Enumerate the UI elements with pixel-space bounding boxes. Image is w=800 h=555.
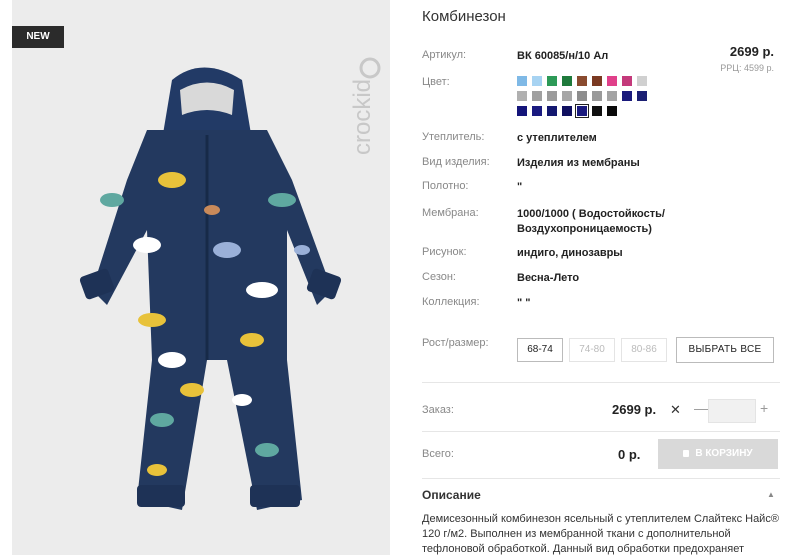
- season-value: Весна-Лето: [517, 272, 580, 284]
- product-type-value: Изделия из мембраны: [517, 157, 640, 169]
- article-value: ВК 60085/н/10 Ал: [517, 50, 609, 62]
- collapse-caret-icon[interactable]: ▲: [767, 490, 775, 499]
- add-to-cart-label: В КОРЗИНУ: [695, 448, 753, 459]
- color-swatch[interactable]: [592, 106, 602, 116]
- product-image[interactable]: NEW crockid: [12, 0, 390, 555]
- order-label: Заказ:: [422, 404, 454, 416]
- color-swatch[interactable]: [532, 91, 542, 101]
- size-option-80-86[interactable]: 80-86: [621, 338, 667, 362]
- color-swatch[interactable]: [517, 106, 527, 116]
- color-swatch[interactable]: [577, 91, 587, 101]
- color-swatch[interactable]: [637, 91, 647, 101]
- color-swatch[interactable]: [532, 76, 542, 86]
- remove-icon[interactable]: ✕: [670, 402, 681, 418]
- brand-text: crockid: [352, 79, 376, 155]
- order-price: 2699 р.: [612, 402, 657, 417]
- color-swatch[interactable]: [592, 76, 602, 86]
- divider: [422, 382, 780, 383]
- pattern-value: индиго, динозавры: [517, 247, 623, 259]
- color-swatch[interactable]: [532, 106, 542, 116]
- increment-button[interactable]: +: [760, 400, 768, 416]
- color-swatch[interactable]: [547, 91, 557, 101]
- new-badge: NEW: [12, 26, 64, 48]
- size-option-68-74[interactable]: 68-74: [517, 338, 563, 362]
- total-label: Всего:: [422, 448, 454, 460]
- color-swatch[interactable]: [622, 91, 632, 101]
- color-swatch[interactable]: [607, 76, 617, 86]
- add-to-cart-button[interactable]: В КОРЗИНУ: [658, 439, 778, 469]
- color-swatch[interactable]: [517, 91, 527, 101]
- product-type-label: Вид изделия:: [422, 156, 490, 168]
- color-swatch[interactable]: [637, 76, 647, 86]
- lock-icon: [683, 450, 690, 457]
- color-swatch[interactable]: [562, 106, 572, 116]
- membrane-label: Мембрана:: [422, 207, 479, 219]
- insulation-label: Утеплитель:: [422, 131, 485, 143]
- color-swatch[interactable]: [562, 76, 572, 86]
- brand-logo: crockid: [352, 57, 381, 155]
- color-swatch[interactable]: [547, 106, 557, 116]
- product-info: Комбинезон Артикул: ВК 60085/н/10 Ал 269…: [422, 0, 800, 555]
- color-swatch[interactable]: [562, 91, 572, 101]
- color-swatch[interactable]: [592, 91, 602, 101]
- color-label: Цвет:: [422, 76, 450, 88]
- membrane-value: 1000/1000 ( Водостойкость/ Воздухопрониц…: [517, 208, 665, 235]
- decrement-button[interactable]: —: [694, 400, 708, 416]
- description-title: Описание: [422, 488, 481, 502]
- color-swatch[interactable]: [607, 106, 617, 116]
- fabric-label: Полотно:: [422, 180, 469, 192]
- description-text: Демисезонный комбинезон ясельный с утепл…: [422, 513, 779, 555]
- quantity-input[interactable]: [708, 399, 756, 423]
- price: 2699 р.: [729, 44, 774, 59]
- color-swatch[interactable]: [607, 91, 617, 101]
- color-swatch[interactable]: [575, 104, 589, 118]
- color-swatch[interactable]: [517, 76, 527, 86]
- collection-value: " ": [517, 297, 531, 309]
- insulation-value: с утеплителем: [517, 132, 597, 144]
- divider: [422, 478, 780, 479]
- rrp-price: РРЦ: 4599 р.: [720, 63, 774, 73]
- color-swatch[interactable]: [577, 76, 587, 86]
- collection-label: Коллекция:: [422, 296, 480, 308]
- jumpsuit-illustration: [79, 67, 342, 510]
- color-swatch[interactable]: [622, 76, 632, 86]
- select-all-button[interactable]: ВЫБРАТЬ ВСЕ: [676, 337, 774, 363]
- color-swatch[interactable]: [547, 76, 557, 86]
- pattern-label: Рисунок:: [422, 246, 467, 258]
- season-label: Сезон:: [422, 271, 456, 283]
- size-option-74-80[interactable]: 74-80: [569, 338, 615, 362]
- size-label: Рост/размер:: [422, 337, 489, 349]
- article-label: Артикул:: [422, 49, 467, 61]
- total-value: 0 р.: [618, 447, 641, 462]
- divider: [422, 431, 780, 432]
- product-title: Комбинезон: [422, 8, 506, 25]
- fabric-value: ": [517, 181, 523, 193]
